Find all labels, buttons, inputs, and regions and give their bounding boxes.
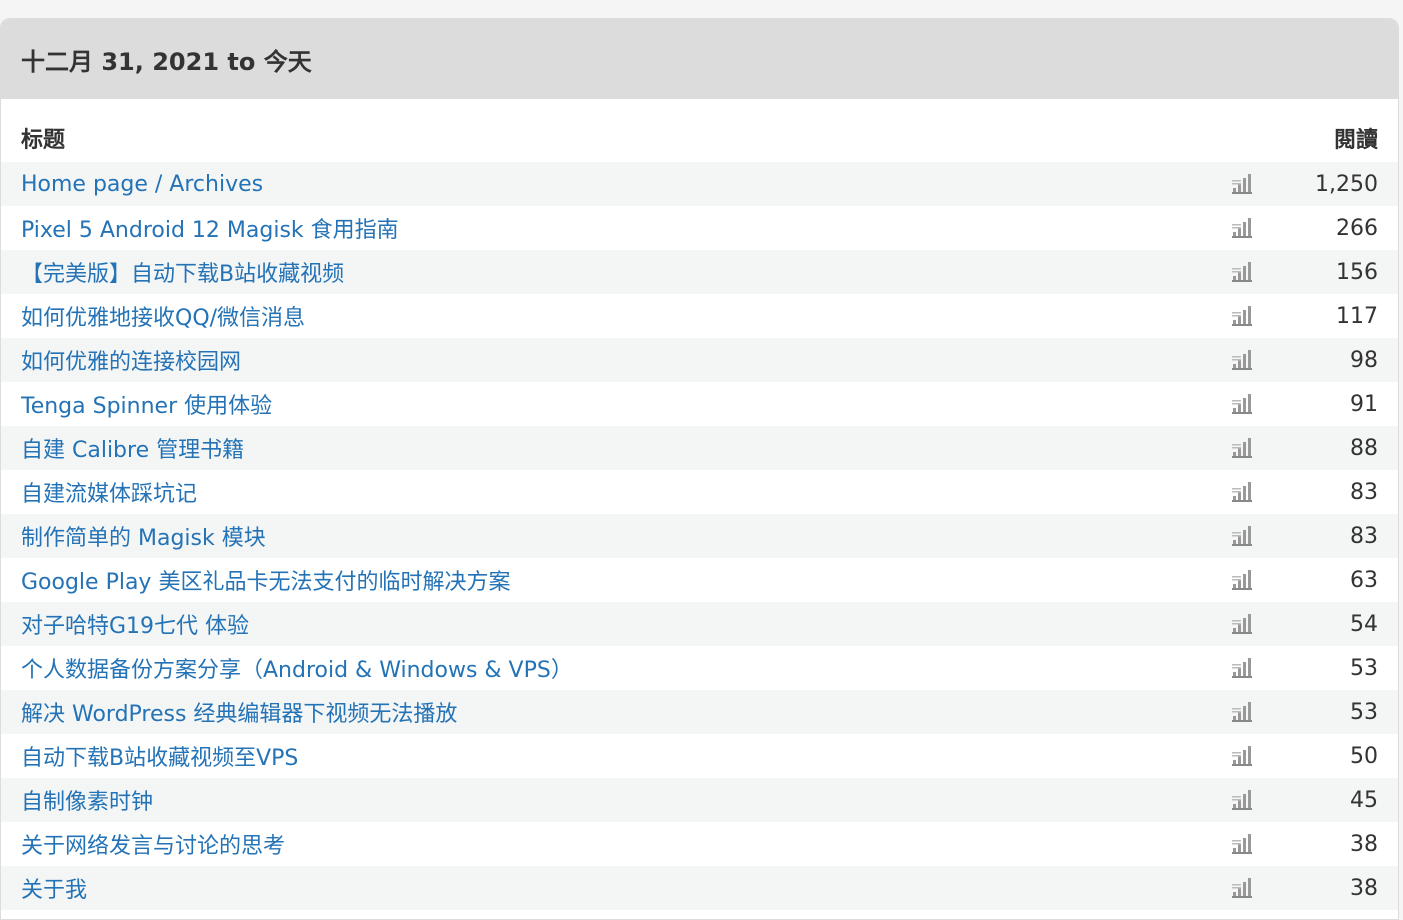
table-row: Home page / Archives 1,250 [1,162,1398,206]
date-range-title: 十二月 31, 2021 to 今天 [21,47,312,76]
view-count: 53 [1350,699,1378,725]
table-row: 关于网络发言与讨论的思考 38 [1,822,1398,866]
bar-chart-icon[interactable] [1230,436,1254,460]
view-count: 54 [1350,611,1378,637]
bar-chart-icon[interactable] [1230,656,1254,680]
bar-chart-icon[interactable] [1230,612,1254,636]
table-row: 解决 WordPress 经典编辑器下视频无法播放 53 [1,690,1398,734]
table-row: 自制像素时钟 45 [1,778,1398,822]
view-count: 38 [1350,831,1378,857]
view-count: 88 [1350,435,1378,461]
bar-chart-icon[interactable] [1230,876,1254,900]
post-title-link[interactable]: 个人数据备份方案分享（Android & Windows & VPS） [21,652,1378,684]
table-row: 关于我 38 [1,866,1398,910]
table-row: 个人数据备份方案分享（Android & Windows & VPS） 53 [1,646,1398,690]
view-count: 91 [1350,391,1378,417]
view-count: 38 [1350,875,1378,901]
bar-chart-icon[interactable] [1230,788,1254,812]
panel-header: 十二月 31, 2021 to 今天 [1,19,1398,99]
view-count: 83 [1350,523,1378,549]
table-header: 标题 閱讀 [1,99,1398,162]
post-title-link[interactable]: 如何优雅地接收QQ/微信消息 [21,300,1378,332]
view-count: 117 [1336,303,1378,329]
view-count: 50 [1350,743,1378,769]
table-row: 制作简单的 Magisk 模块 83 [1,514,1398,558]
view-count: 266 [1336,215,1378,241]
bar-chart-icon[interactable] [1230,260,1254,284]
bar-chart-icon[interactable] [1230,216,1254,240]
bar-chart-icon[interactable] [1230,348,1254,372]
view-count: 156 [1336,259,1378,285]
post-title-link[interactable]: 解决 WordPress 经典编辑器下视频无法播放 [21,696,1378,728]
view-count: 1,250 [1315,171,1378,197]
bar-chart-icon[interactable] [1230,832,1254,856]
post-title-link[interactable]: Google Play 美区礼品卡无法支付的临时解决方案 [21,564,1378,596]
view-count: 83 [1350,479,1378,505]
bar-chart-icon[interactable] [1230,568,1254,592]
bar-chart-icon[interactable] [1230,744,1254,768]
bar-chart-icon[interactable] [1230,480,1254,504]
view-count: 98 [1350,347,1378,373]
bar-chart-icon[interactable] [1230,700,1254,724]
table-row: 对子哈特G19七代 体验 54 [1,602,1398,646]
bar-chart-icon[interactable] [1230,304,1254,328]
table-row: 【完美版】自动下载B站收藏视频 156 [1,250,1398,294]
stats-panel: 十二月 31, 2021 to 今天 标题 閱讀 Home page / Arc… [0,18,1399,920]
post-title-link[interactable]: 自动下载B站收藏视频至VPS [21,740,1378,772]
table-row: Google Play 美区礼品卡无法支付的临时解决方案 63 [1,558,1398,602]
post-title-link[interactable]: 制作简单的 Magisk 模块 [21,520,1378,552]
view-count: 63 [1350,567,1378,593]
post-title-link[interactable]: 自建流媒体踩坑记 [21,476,1378,508]
post-title-link[interactable]: Tenga Spinner 使用体验 [21,388,1378,420]
post-title-link[interactable]: 自建 Calibre 管理书籍 [21,432,1378,464]
view-count: 53 [1350,655,1378,681]
table-row: Tenga Spinner 使用体验 91 [1,382,1398,426]
column-header-views: 閱讀 [1333,128,1378,153]
table-row: 自建流媒体踩坑记 83 [1,470,1398,514]
column-header-title: 标题 [21,128,66,153]
bar-chart-icon[interactable] [1230,392,1254,416]
post-title-link[interactable]: 【完美版】自动下载B站收藏视频 [21,256,1378,288]
post-title-link[interactable]: 如何优雅的连接校园网 [21,344,1378,376]
bar-chart-icon[interactable] [1230,172,1254,196]
post-title-link[interactable]: Home page / Archives [21,172,1378,197]
table-row: 如何优雅的连接校园网 98 [1,338,1398,382]
post-list: Home page / Archives 1,250 Pixel 5 Android… [1,162,1398,910]
post-title-link[interactable]: 关于我 [21,872,1378,904]
table-row: 如何优雅地接收QQ/微信消息 117 [1,294,1398,338]
table-row: 自建 Calibre 管理书籍 88 [1,426,1398,470]
post-title-link[interactable]: 关于网络发言与讨论的思考 [21,828,1378,860]
table-row: Pixel 5 Android 12 Magisk 食用指南 266 [1,206,1398,250]
table-row: 自动下载B站收藏视频至VPS 50 [1,734,1398,778]
post-title-link[interactable]: Pixel 5 Android 12 Magisk 食用指南 [21,212,1378,244]
bar-chart-icon[interactable] [1230,524,1254,548]
post-title-link[interactable]: 对子哈特G19七代 体验 [21,608,1378,640]
post-title-link[interactable]: 自制像素时钟 [21,784,1378,816]
view-count: 45 [1350,787,1378,813]
